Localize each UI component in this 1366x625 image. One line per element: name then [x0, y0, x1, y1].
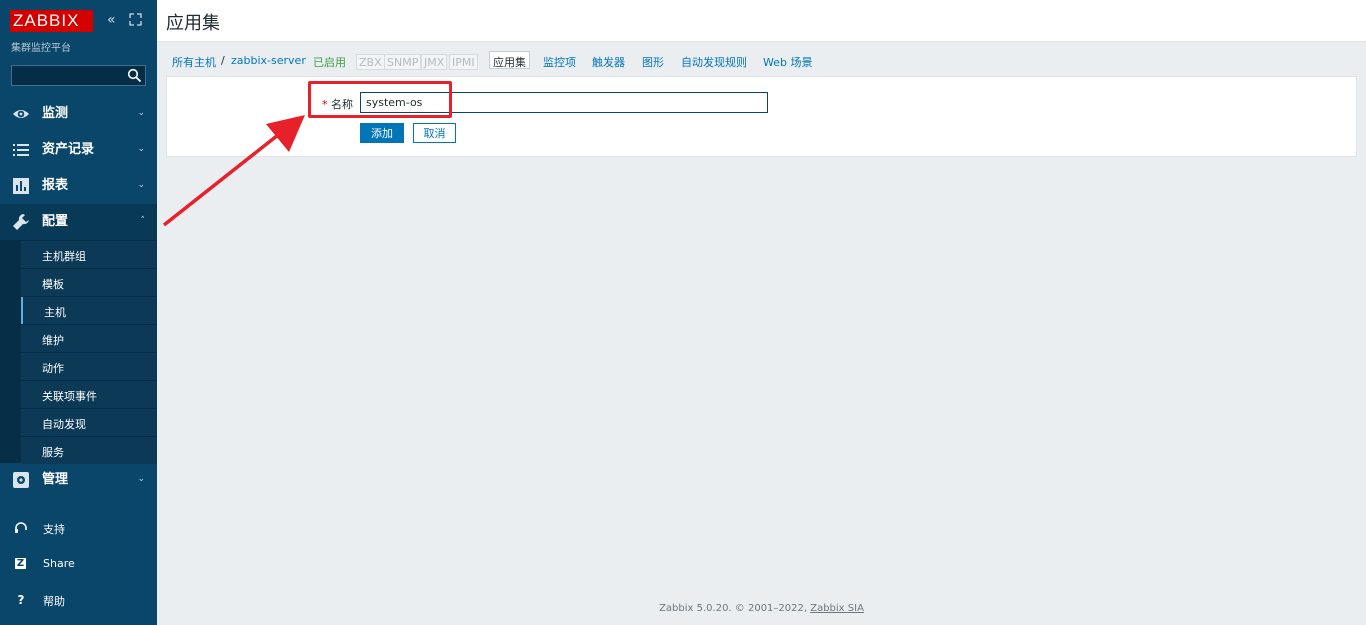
menu-label: 管理 — [42, 472, 69, 487]
submenu-item-maintenance[interactable]: 维护 — [21, 325, 157, 352]
tab-graphs[interactable]: 图形 — [642, 54, 664, 70]
list-icon — [13, 144, 29, 156]
menu-item-help[interactable]: ? 帮助 — [0, 585, 157, 615]
chevron-down-icon: ⌄ — [137, 180, 145, 190]
submenu-item-services[interactable]: 服务 — [21, 437, 157, 464]
breadcrumb-separator: / — [221, 54, 225, 67]
kiosk-mode-icon[interactable] — [129, 13, 142, 26]
submenu-label: 主机群组 — [42, 250, 86, 263]
availability-ipmi: IPMI — [449, 54, 478, 70]
menu-item-monitoring[interactable]: 监测 ⌄ — [0, 96, 157, 132]
footer-text: Zabbix 5.0.20. © 2001–2022, — [659, 603, 808, 614]
chevron-down-icon: ⌄ — [137, 108, 145, 118]
logo-row: ZABBIX « — [10, 10, 150, 32]
availability-jmx: JMX — [421, 54, 448, 70]
menu-label: Share — [43, 557, 75, 570]
submenu-label: 动作 — [42, 362, 64, 375]
tab-items[interactable]: 监控项 — [543, 54, 576, 70]
availability-snmp: SNMP — [384, 54, 422, 70]
chevron-down-icon: ⌄ — [137, 144, 145, 154]
submenu-label: 服务 — [42, 446, 64, 459]
chevron-up-icon: ˄ — [140, 216, 146, 226]
menu-item-inventory[interactable]: 资产记录 ⌄ — [0, 132, 157, 168]
submenu-item-templates[interactable]: 模板 — [21, 269, 157, 296]
menu-label: 报表 — [42, 178, 69, 193]
tab-applications[interactable]: 应用集 — [489, 51, 530, 69]
menu-item-reports[interactable]: 报表 ⌄ — [0, 168, 157, 204]
gear-icon — [13, 472, 29, 488]
zabbix-logo[interactable]: ZABBIX — [10, 10, 93, 32]
submenu-label: 自动发现 — [42, 418, 86, 431]
bar-chart-icon — [13, 178, 29, 194]
submenu-label: 模板 — [42, 278, 64, 291]
arrow-annotation — [162, 115, 305, 227]
menu-item-administration[interactable]: 管理 ⌄ — [0, 462, 157, 498]
page-header: 应用集 — [157, 0, 1366, 42]
wrench-icon — [13, 214, 29, 230]
breadcrumb-host[interactable]: zabbix-server — [231, 54, 306, 67]
host-status-enabled[interactable]: 已启用 — [313, 54, 346, 70]
menu-label: 资产记录 — [42, 142, 95, 157]
collapse-sidebar-icon[interactable]: « — [107, 12, 121, 28]
menu-label: 支持 — [43, 523, 65, 536]
availability-zbx: ZBX — [356, 54, 385, 70]
add-button[interactable]: 添加 — [360, 123, 404, 143]
search-input[interactable] — [11, 65, 146, 86]
breadcrumb-all-hosts[interactable]: 所有主机 — [172, 54, 216, 70]
menu-label: 帮助 — [43, 595, 65, 608]
search-icon[interactable] — [127, 68, 142, 83]
submenu-label: 维护 — [42, 334, 64, 347]
page-title: 应用集 — [166, 13, 220, 34]
submenu-item-discovery[interactable]: 自动发现 — [21, 409, 157, 436]
zabbix-share-icon: Z — [15, 558, 26, 569]
cancel-button[interactable]: 取消 — [413, 123, 456, 143]
submenu-label: 主机 — [44, 306, 66, 319]
headset-icon — [15, 522, 27, 533]
menu-label: 监测 — [42, 106, 69, 121]
host-navigation: 所有主机 / zabbix-server 已启用 ZBX SNMP JMX IP… — [166, 51, 866, 70]
tab-web-scenarios[interactable]: Web 场景 — [763, 54, 812, 70]
footer: Zabbix 5.0.20. © 2001–2022, Zabbix SIA — [157, 603, 1366, 614]
menu-item-support[interactable]: 支持 — [0, 513, 157, 543]
menu-item-configuration[interactable]: 配置 ˄ — [0, 204, 157, 240]
tab-triggers[interactable]: 触发器 — [592, 54, 625, 70]
server-name: 集群监控平台 — [11, 43, 71, 54]
sidebar: ZABBIX « 集群监控平台 监测 ⌄ 资产记录 ⌄ 报表 ⌄ 配置 ˄ 主机… — [0, 0, 157, 625]
chevron-down-icon: ⌄ — [137, 474, 145, 484]
menu-label: 配置 — [42, 214, 69, 229]
help-icon: ? — [17, 593, 25, 607]
footer-link[interactable]: Zabbix SIA — [810, 603, 864, 614]
submenu-item-event-correlation[interactable]: 关联项事件 — [21, 381, 157, 408]
configuration-submenu: 主机群组 模板 主机 维护 动作 关联项事件 自动发现 服务 — [0, 240, 157, 464]
submenu-item-host-groups[interactable]: 主机群组 — [21, 241, 157, 268]
eye-icon — [13, 110, 29, 118]
tab-discovery-rules[interactable]: 自动发现规则 — [681, 54, 747, 70]
submenu-item-actions[interactable]: 动作 — [21, 353, 157, 380]
submenu-label: 关联项事件 — [42, 390, 97, 403]
menu-item-share[interactable]: Z Share — [0, 549, 157, 579]
highlight-annotation — [308, 81, 452, 118]
submenu-item-hosts[interactable]: 主机 — [21, 297, 157, 324]
